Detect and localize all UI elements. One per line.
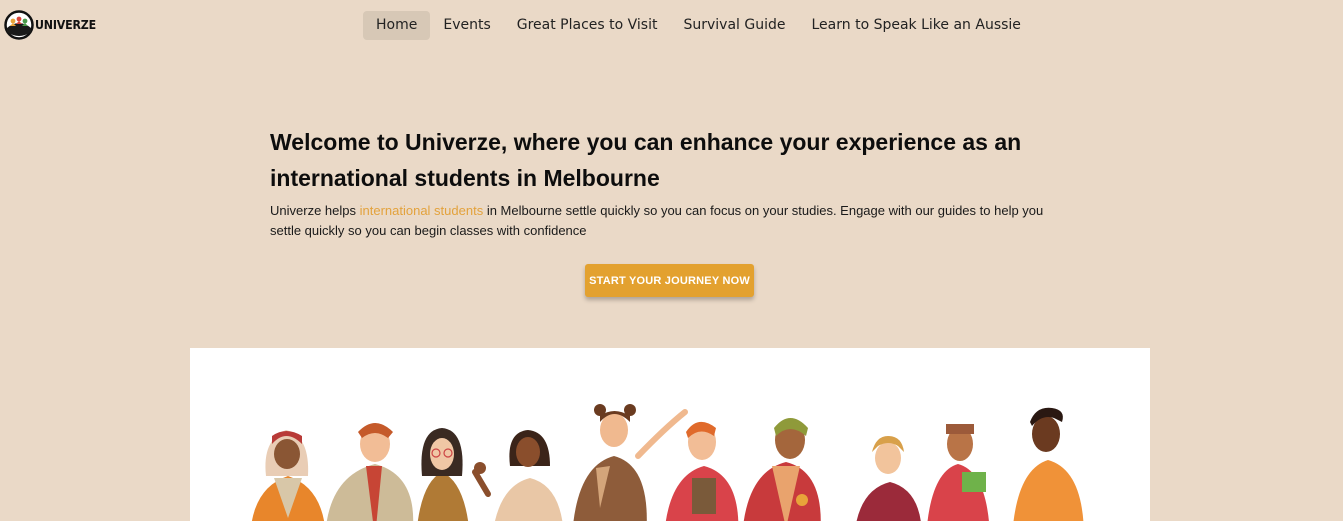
hero-description: Univerze helps international students in…	[270, 201, 1070, 240]
nav-item-great-places[interactable]: Great Places to Visit	[504, 11, 671, 40]
student-figure-8	[856, 436, 921, 521]
student-figure-5	[573, 404, 688, 521]
student-figure-6	[665, 421, 739, 521]
student-figure-4	[472, 430, 563, 521]
hero-illustration-card	[190, 348, 1150, 521]
nav-item-speak-like-aussie[interactable]: Learn to Speak Like an Aussie	[799, 11, 1034, 40]
student-figure-10	[1013, 407, 1084, 521]
nav-item-events[interactable]: Events	[430, 11, 503, 40]
student-figure-3	[417, 428, 469, 521]
diverse-students-group-illustration	[251, 404, 1084, 521]
start-journey-button[interactable]: START YOUR JOURNEY NOW	[585, 264, 754, 297]
hero-title: Welcome to Univerze, where you can enhan…	[270, 129, 1022, 191]
brand-logo[interactable]: UNIVERZE	[4, 10, 101, 40]
student-figure-1	[251, 430, 325, 521]
nav-item-survival-guide[interactable]: Survival Guide	[670, 11, 798, 40]
hero-desc-before: Univerze helps	[270, 203, 360, 218]
student-figure-9	[927, 424, 989, 521]
brand-name: UNIVERZE	[35, 18, 96, 32]
student-figure-7	[743, 418, 821, 521]
international-students-link[interactable]: international students	[360, 203, 484, 218]
nav-item-home[interactable]: Home	[363, 11, 431, 40]
student-figure-2	[326, 423, 414, 521]
main-nav: Home Events Great Places to Visit Surviv…	[363, 11, 1034, 40]
people-circle-logo-icon	[4, 10, 34, 40]
